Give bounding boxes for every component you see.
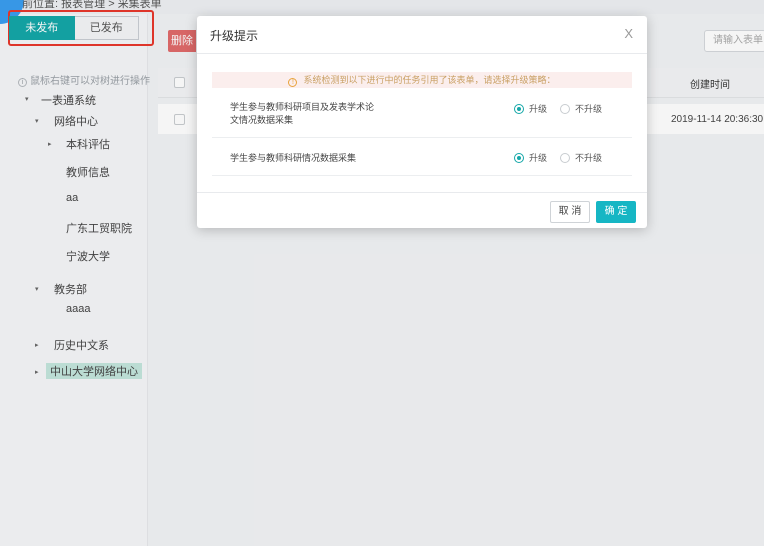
close-icon[interactable]: X bbox=[624, 26, 633, 41]
dialog-footer: 取 消 确 定 bbox=[197, 192, 647, 228]
task-name: 学生参与教师科研情况数据采集 bbox=[230, 153, 357, 163]
dialog-header: 升级提示 X bbox=[197, 16, 647, 54]
no-upgrade-radio[interactable]: 不升级 bbox=[560, 102, 602, 115]
upgrade-radio[interactable]: 升级 bbox=[514, 102, 547, 115]
radio-dot bbox=[560, 152, 570, 163]
dialog-title: 升级提示 bbox=[210, 29, 259, 43]
task-name: 学生参与教师科研项目及发表学术论 文情况数据采集 bbox=[230, 102, 375, 125]
radio-dot bbox=[514, 152, 524, 163]
warning-notice: ! 系统检测到以下进行中的任务引用了该表单，请选择升级策略： bbox=[212, 72, 632, 88]
warning-icon: ! bbox=[288, 78, 298, 87]
radio-dot bbox=[560, 103, 570, 114]
task-item: 学生参与教师科研情况数据采集 升级 不升级 bbox=[212, 138, 632, 176]
cancel-button[interactable]: 取 消 bbox=[550, 201, 590, 223]
upgrade-dialog: 升级提示 X ! 系统检测到以下进行中的任务引用了该表单，请选择升级策略： 学生参… bbox=[197, 16, 647, 228]
no-upgrade-radio[interactable]: 不升级 bbox=[560, 151, 602, 164]
task-item: 学生参与教师科研项目及发表学术论 文情况数据采集 升级 不升级 bbox=[212, 96, 632, 138]
upgrade-radio[interactable]: 升级 bbox=[514, 151, 547, 164]
confirm-button[interactable]: 确 定 bbox=[596, 201, 636, 223]
radio-dot bbox=[514, 103, 524, 114]
notice-text: 系统检测到以下进行中的任务引用了该表单，请选择升级策略： bbox=[303, 75, 556, 85]
